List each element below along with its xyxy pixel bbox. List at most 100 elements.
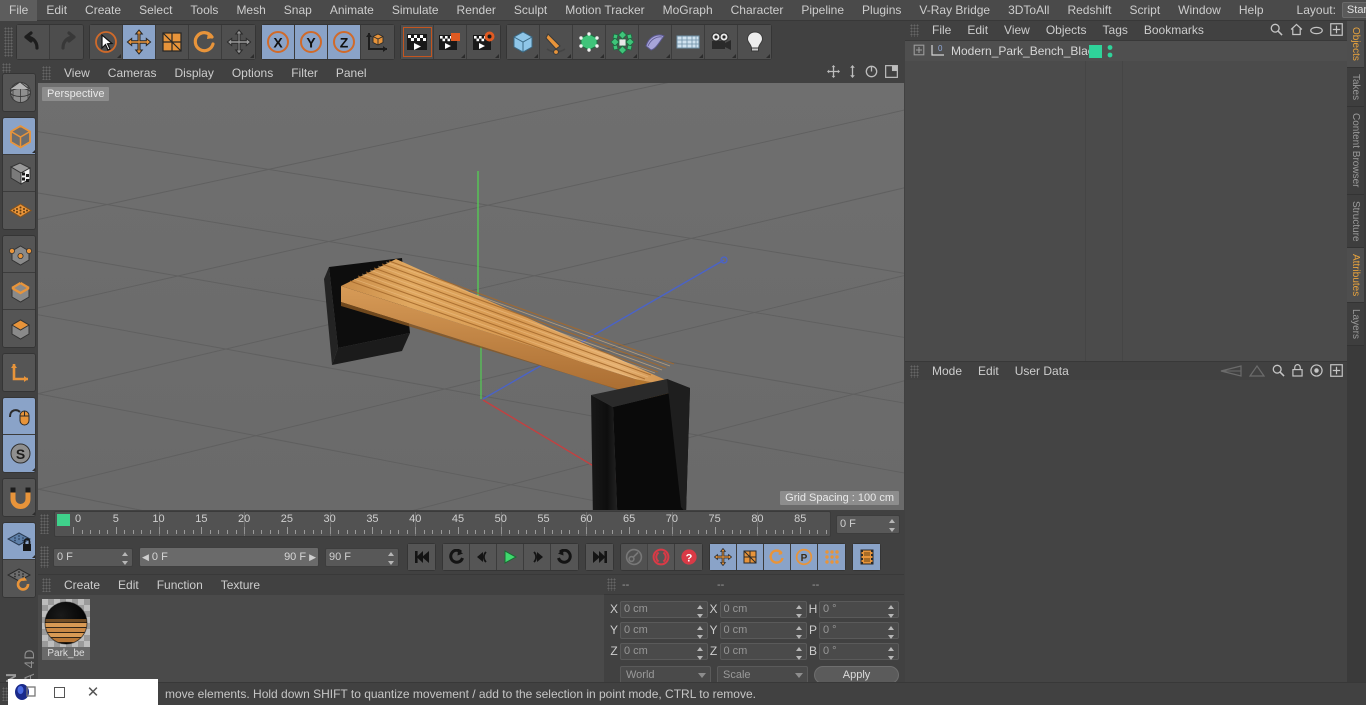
spinner-icon[interactable] xyxy=(796,604,803,618)
menu-item-mograph[interactable]: MoGraph xyxy=(654,0,722,21)
object-menu-objects[interactable]: Objects xyxy=(1038,21,1095,40)
menu-item-file[interactable]: File xyxy=(0,0,38,21)
render-to-picture-viewer-button[interactable] xyxy=(434,25,467,59)
rotation-p-field[interactable]: 0 ° xyxy=(819,621,899,639)
menu-item-snap[interactable]: Snap xyxy=(275,0,321,21)
menu-item-render[interactable]: Render xyxy=(448,0,505,21)
viewport-menu-view[interactable]: View xyxy=(55,63,99,83)
menu-item-mesh[interactable]: Mesh xyxy=(227,0,274,21)
menu-item-tools[interactable]: Tools xyxy=(181,0,227,21)
size-z-field[interactable]: 0 cm xyxy=(719,642,807,660)
object-axis-mode-button[interactable] xyxy=(3,354,35,391)
live-selection-tool[interactable] xyxy=(90,25,123,59)
end-frame-field[interactable]: 90 F xyxy=(325,547,399,567)
object-manager-body[interactable]: 0 Modern_Park_Bench_Black xyxy=(905,40,1347,362)
lock-icon[interactable] xyxy=(1292,364,1303,380)
search-icon[interactable] xyxy=(1270,23,1283,39)
material-menu-edit[interactable]: Edit xyxy=(109,575,148,595)
attribute-menu-user-data[interactable]: User Data xyxy=(1007,362,1077,381)
enable-snapping-button[interactable]: S xyxy=(3,435,35,472)
object-menu-view[interactable]: View xyxy=(996,21,1038,40)
scale-tool[interactable] xyxy=(156,25,189,59)
z-axis-lock[interactable]: Z xyxy=(328,25,361,59)
viewport-menu-filter[interactable]: Filter xyxy=(282,63,327,83)
material-menu-function[interactable]: Function xyxy=(148,575,212,595)
menu-item-character[interactable]: Character xyxy=(722,0,793,21)
plus-box-icon[interactable] xyxy=(1330,364,1343,380)
layout-dropdown[interactable]: Startup xyxy=(1341,2,1366,18)
close-icon[interactable]: ✕ xyxy=(76,679,110,705)
spinner-icon[interactable] xyxy=(888,625,895,639)
material-item[interactable]: Park_be xyxy=(42,599,92,660)
make-editable-button[interactable] xyxy=(3,74,35,111)
add-spline-button[interactable] xyxy=(540,25,573,59)
go-to-start-button[interactable] xyxy=(408,544,435,570)
spinner-icon[interactable] xyxy=(796,646,803,660)
dock-tab-structure[interactable]: Structure xyxy=(1347,194,1364,249)
spinner-icon[interactable] xyxy=(796,625,803,639)
spinner-icon[interactable] xyxy=(122,551,129,565)
range-right-arrow-icon[interactable]: ▶ xyxy=(309,552,316,563)
position-y-field[interactable]: 0 cm xyxy=(620,621,708,639)
planar-workplane-button[interactable] xyxy=(3,560,35,597)
point-level-animation-button[interactable] xyxy=(818,544,845,570)
position-key-button[interactable] xyxy=(710,544,737,570)
object-menu-bookmarks[interactable]: Bookmarks xyxy=(1136,21,1212,40)
material-menu-create[interactable]: Create xyxy=(55,575,109,595)
menu-item-3dtoall[interactable]: 3DToAll xyxy=(999,0,1058,21)
search-icon[interactable] xyxy=(1272,364,1285,380)
keyframe-selection-button[interactable] xyxy=(853,544,880,570)
attribute-manager-body[interactable] xyxy=(905,380,1347,682)
play-button[interactable] xyxy=(497,544,524,570)
position-z-field[interactable]: 0 cm xyxy=(620,642,708,660)
step-back-button[interactable] xyxy=(470,544,497,570)
object-menu-edit[interactable]: Edit xyxy=(959,21,996,40)
dolly-icon[interactable] xyxy=(847,65,858,81)
timeline-ruler[interactable]: 051015202530354045505560657075808590 xyxy=(54,511,831,537)
material-preview-thumbnail[interactable] xyxy=(42,599,90,647)
menu-item-help[interactable]: Help xyxy=(1230,0,1273,21)
move-duplicate-tool[interactable] xyxy=(222,25,255,59)
object-visibility-dots[interactable] xyxy=(1106,44,1114,62)
dock-tab-content-browser[interactable]: Content Browser xyxy=(1347,107,1364,195)
magnet-tool-button[interactable] xyxy=(3,479,35,516)
dock-tab-takes[interactable]: Takes xyxy=(1347,67,1364,108)
expand-toggle-icon[interactable] xyxy=(913,44,925,59)
menu-item-motion-tracker[interactable]: Motion Tracker xyxy=(556,0,653,21)
object-menu-file[interactable]: File xyxy=(924,21,959,40)
menu-item-v-ray-bridge[interactable]: V-Ray Bridge xyxy=(910,0,999,21)
record-active-objects-button[interactable] xyxy=(621,544,648,570)
ellipse-icon[interactable] xyxy=(1310,24,1323,38)
menu-item-plugins[interactable]: Plugins xyxy=(853,0,910,21)
y-axis-lock[interactable]: Y xyxy=(295,25,328,59)
rotate-view-icon[interactable] xyxy=(865,65,878,81)
viewport-menu-cameras[interactable]: Cameras xyxy=(99,63,166,83)
size-y-field[interactable]: 0 cm xyxy=(719,621,807,639)
menu-item-animate[interactable]: Animate xyxy=(321,0,383,21)
navigate-forward-icon[interactable] xyxy=(1248,364,1266,380)
dock-tab-attributes[interactable]: Attributes xyxy=(1347,248,1364,304)
toolbar-drag-handle[interactable] xyxy=(4,27,13,57)
material-menu-texture[interactable]: Texture xyxy=(212,575,269,595)
cinema4d-logo-icon[interactable] xyxy=(8,679,42,705)
rotation-h-field[interactable]: 0 ° xyxy=(819,600,899,618)
menu-item-select[interactable]: Select xyxy=(130,0,181,21)
menu-item-edit[interactable]: Edit xyxy=(37,0,76,21)
preview-range-slider[interactable]: ◀ 0 F 90 F ▶ xyxy=(139,547,319,567)
object-menu-tags[interactable]: Tags xyxy=(1095,21,1136,40)
position-x-field[interactable]: 0 cm xyxy=(620,600,708,618)
viewport-menu-panel[interactable]: Panel xyxy=(327,63,376,83)
material-list[interactable]: Park_be xyxy=(38,595,604,687)
plus-box-icon[interactable] xyxy=(1330,23,1343,39)
record-question-button[interactable]: ? xyxy=(675,544,702,570)
minimize-icon[interactable] xyxy=(42,679,76,705)
add-cube-button[interactable] xyxy=(507,25,540,59)
add-camera-button[interactable] xyxy=(705,25,738,59)
points-mode-button[interactable] xyxy=(3,236,35,273)
add-floor-button[interactable] xyxy=(672,25,705,59)
menu-item-sculpt[interactable]: Sculpt xyxy=(505,0,556,21)
target-icon[interactable] xyxy=(1310,364,1323,380)
add-scene-object-button[interactable] xyxy=(639,25,672,59)
rotation-key-button[interactable] xyxy=(764,544,791,570)
undo-button[interactable] xyxy=(17,25,50,59)
